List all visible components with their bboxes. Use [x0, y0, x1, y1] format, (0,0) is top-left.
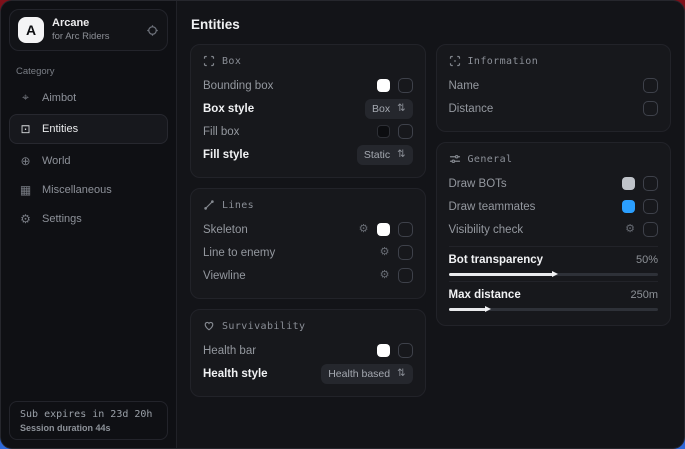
information-card-header: Information: [449, 55, 659, 67]
setting-row-box-style: Box style Box ⇅: [203, 97, 413, 120]
information-card: Information Name Distance: [436, 44, 672, 132]
subscription-info: Sub expires in 23d 20h Session duration …: [9, 401, 168, 440]
color-swatch[interactable]: [377, 344, 390, 357]
sidebar-item-label: Miscellaneous: [42, 184, 112, 196]
setting-row-fill-box: Fill box: [203, 120, 413, 143]
bounding-box-checkbox[interactable]: [398, 78, 413, 93]
distance-checkbox[interactable]: [643, 101, 658, 116]
app-header: A Arcane for Arc Riders: [9, 9, 168, 51]
bot-transparency-group: Bot transparency 50%: [449, 246, 659, 276]
sidebar-item-world[interactable]: ⊕ World: [9, 147, 168, 174]
setting-row-distance: Distance: [449, 97, 659, 120]
setting-row-bounding-box: Bounding box: [203, 74, 413, 97]
app-name: Arcane: [52, 17, 110, 31]
setting-row-name: Name: [449, 74, 659, 97]
lines-card-header: Lines: [203, 199, 413, 211]
max-distance-group: Max distance 250m: [449, 281, 659, 311]
globe-icon: ⊕: [19, 154, 32, 168]
subscription-expiry: Sub expires in 23d 20h: [20, 409, 157, 420]
skeleton-checkbox[interactable]: [398, 222, 413, 237]
target-icon[interactable]: [146, 24, 159, 37]
box-card-header: Box: [203, 55, 413, 67]
setting-row-skeleton: Skeleton ⚙: [203, 218, 413, 241]
color-swatch[interactable]: [622, 177, 635, 190]
sidebar-item-label: Aimbot: [42, 92, 76, 104]
color-swatch[interactable]: [377, 223, 390, 236]
session-duration: Session duration 44s: [20, 423, 157, 433]
unfold-icon: ⇅: [397, 103, 405, 114]
color-swatch[interactable]: [622, 200, 635, 213]
sliders-icon: [449, 153, 461, 165]
main-panel: Entities Box Bounding box: [177, 1, 684, 448]
sidebar-item-label: World: [42, 155, 71, 167]
scan-icon: ⊡: [19, 122, 32, 136]
line-to-enemy-checkbox[interactable]: [398, 245, 413, 260]
max-distance-slider[interactable]: [449, 308, 659, 311]
sidebar: A Arcane for Arc Riders Category ⌖ Aimbo…: [1, 1, 177, 448]
app-window: A Arcane for Arc Riders Category ⌖ Aimbo…: [0, 0, 685, 449]
box-style-select[interactable]: Box ⇅: [365, 99, 412, 119]
grid-icon: ▦: [19, 183, 32, 197]
survivability-card-header: Survivability: [203, 320, 413, 332]
app-subtitle: for Arc Riders: [52, 31, 110, 43]
setting-row-fill-style: Fill style Static ⇅: [203, 143, 413, 166]
color-swatch[interactable]: [377, 125, 390, 138]
sidebar-item-label: Settings: [42, 213, 82, 225]
sidebar-item-label: Entities: [42, 123, 78, 135]
sidebar-item-aimbot[interactable]: ⌖ Aimbot: [9, 84, 168, 111]
page-title: Entities: [190, 11, 671, 44]
category-label: Category: [16, 66, 161, 77]
scan-brackets-icon: [203, 55, 215, 67]
draw-bots-checkbox[interactable]: [643, 176, 658, 191]
diagonal-line-icon: [203, 199, 215, 211]
setting-row-draw-bots: Draw BOTs: [449, 172, 659, 195]
unfold-icon: ⇅: [397, 368, 405, 379]
health-style-select[interactable]: Health based ⇅: [321, 364, 412, 384]
viewline-checkbox[interactable]: [398, 268, 413, 283]
setting-row-health-style: Health style Health based ⇅: [203, 362, 413, 385]
crosshair-icon: ⌖: [19, 90, 32, 105]
app-logo: A: [18, 17, 44, 43]
general-card-header: General: [449, 153, 659, 165]
heart-icon: [203, 320, 215, 332]
gear-icon[interactable]: ⚙: [380, 247, 390, 258]
health-bar-checkbox[interactable]: [398, 343, 413, 358]
gear-icon[interactable]: ⚙: [359, 224, 369, 235]
color-swatch[interactable]: [377, 79, 390, 92]
survivability-card: Survivability Health bar Health style: [190, 309, 426, 397]
bot-transparency-slider[interactable]: [449, 273, 659, 276]
setting-row-health-bar: Health bar: [203, 339, 413, 362]
info-brackets-icon: [449, 55, 461, 67]
gear-icon[interactable]: ⚙: [625, 224, 635, 235]
unfold-icon: ⇅: [397, 149, 405, 160]
gear-icon: ⚙: [19, 212, 32, 226]
sidebar-item-miscellaneous[interactable]: ▦ Miscellaneous: [9, 176, 168, 203]
max-distance-value: 250m: [630, 289, 658, 301]
draw-teammates-checkbox[interactable]: [643, 199, 658, 214]
setting-row-viewline: Viewline ⚙: [203, 264, 413, 287]
box-card: Box Bounding box Box style Box: [190, 44, 426, 178]
lines-card: Lines Skeleton ⚙ Line to enemy ⚙: [190, 188, 426, 299]
gear-icon[interactable]: ⚙: [380, 270, 390, 281]
fill-box-checkbox[interactable]: [398, 124, 413, 139]
bot-transparency-value: 50%: [636, 254, 658, 266]
visibility-check-checkbox[interactable]: [643, 222, 658, 237]
name-checkbox[interactable]: [643, 78, 658, 93]
sidebar-item-settings[interactable]: ⚙ Settings: [9, 205, 168, 232]
fill-style-select[interactable]: Static ⇅: [357, 145, 413, 165]
setting-row-visibility-check: Visibility check ⚙: [449, 218, 659, 241]
setting-row-draw-teammates: Draw teammates: [449, 195, 659, 218]
sidebar-item-entities[interactable]: ⊡ Entities: [9, 114, 168, 144]
setting-row-line-to-enemy: Line to enemy ⚙: [203, 241, 413, 264]
general-card: General Draw BOTs Draw teammates: [436, 142, 672, 326]
